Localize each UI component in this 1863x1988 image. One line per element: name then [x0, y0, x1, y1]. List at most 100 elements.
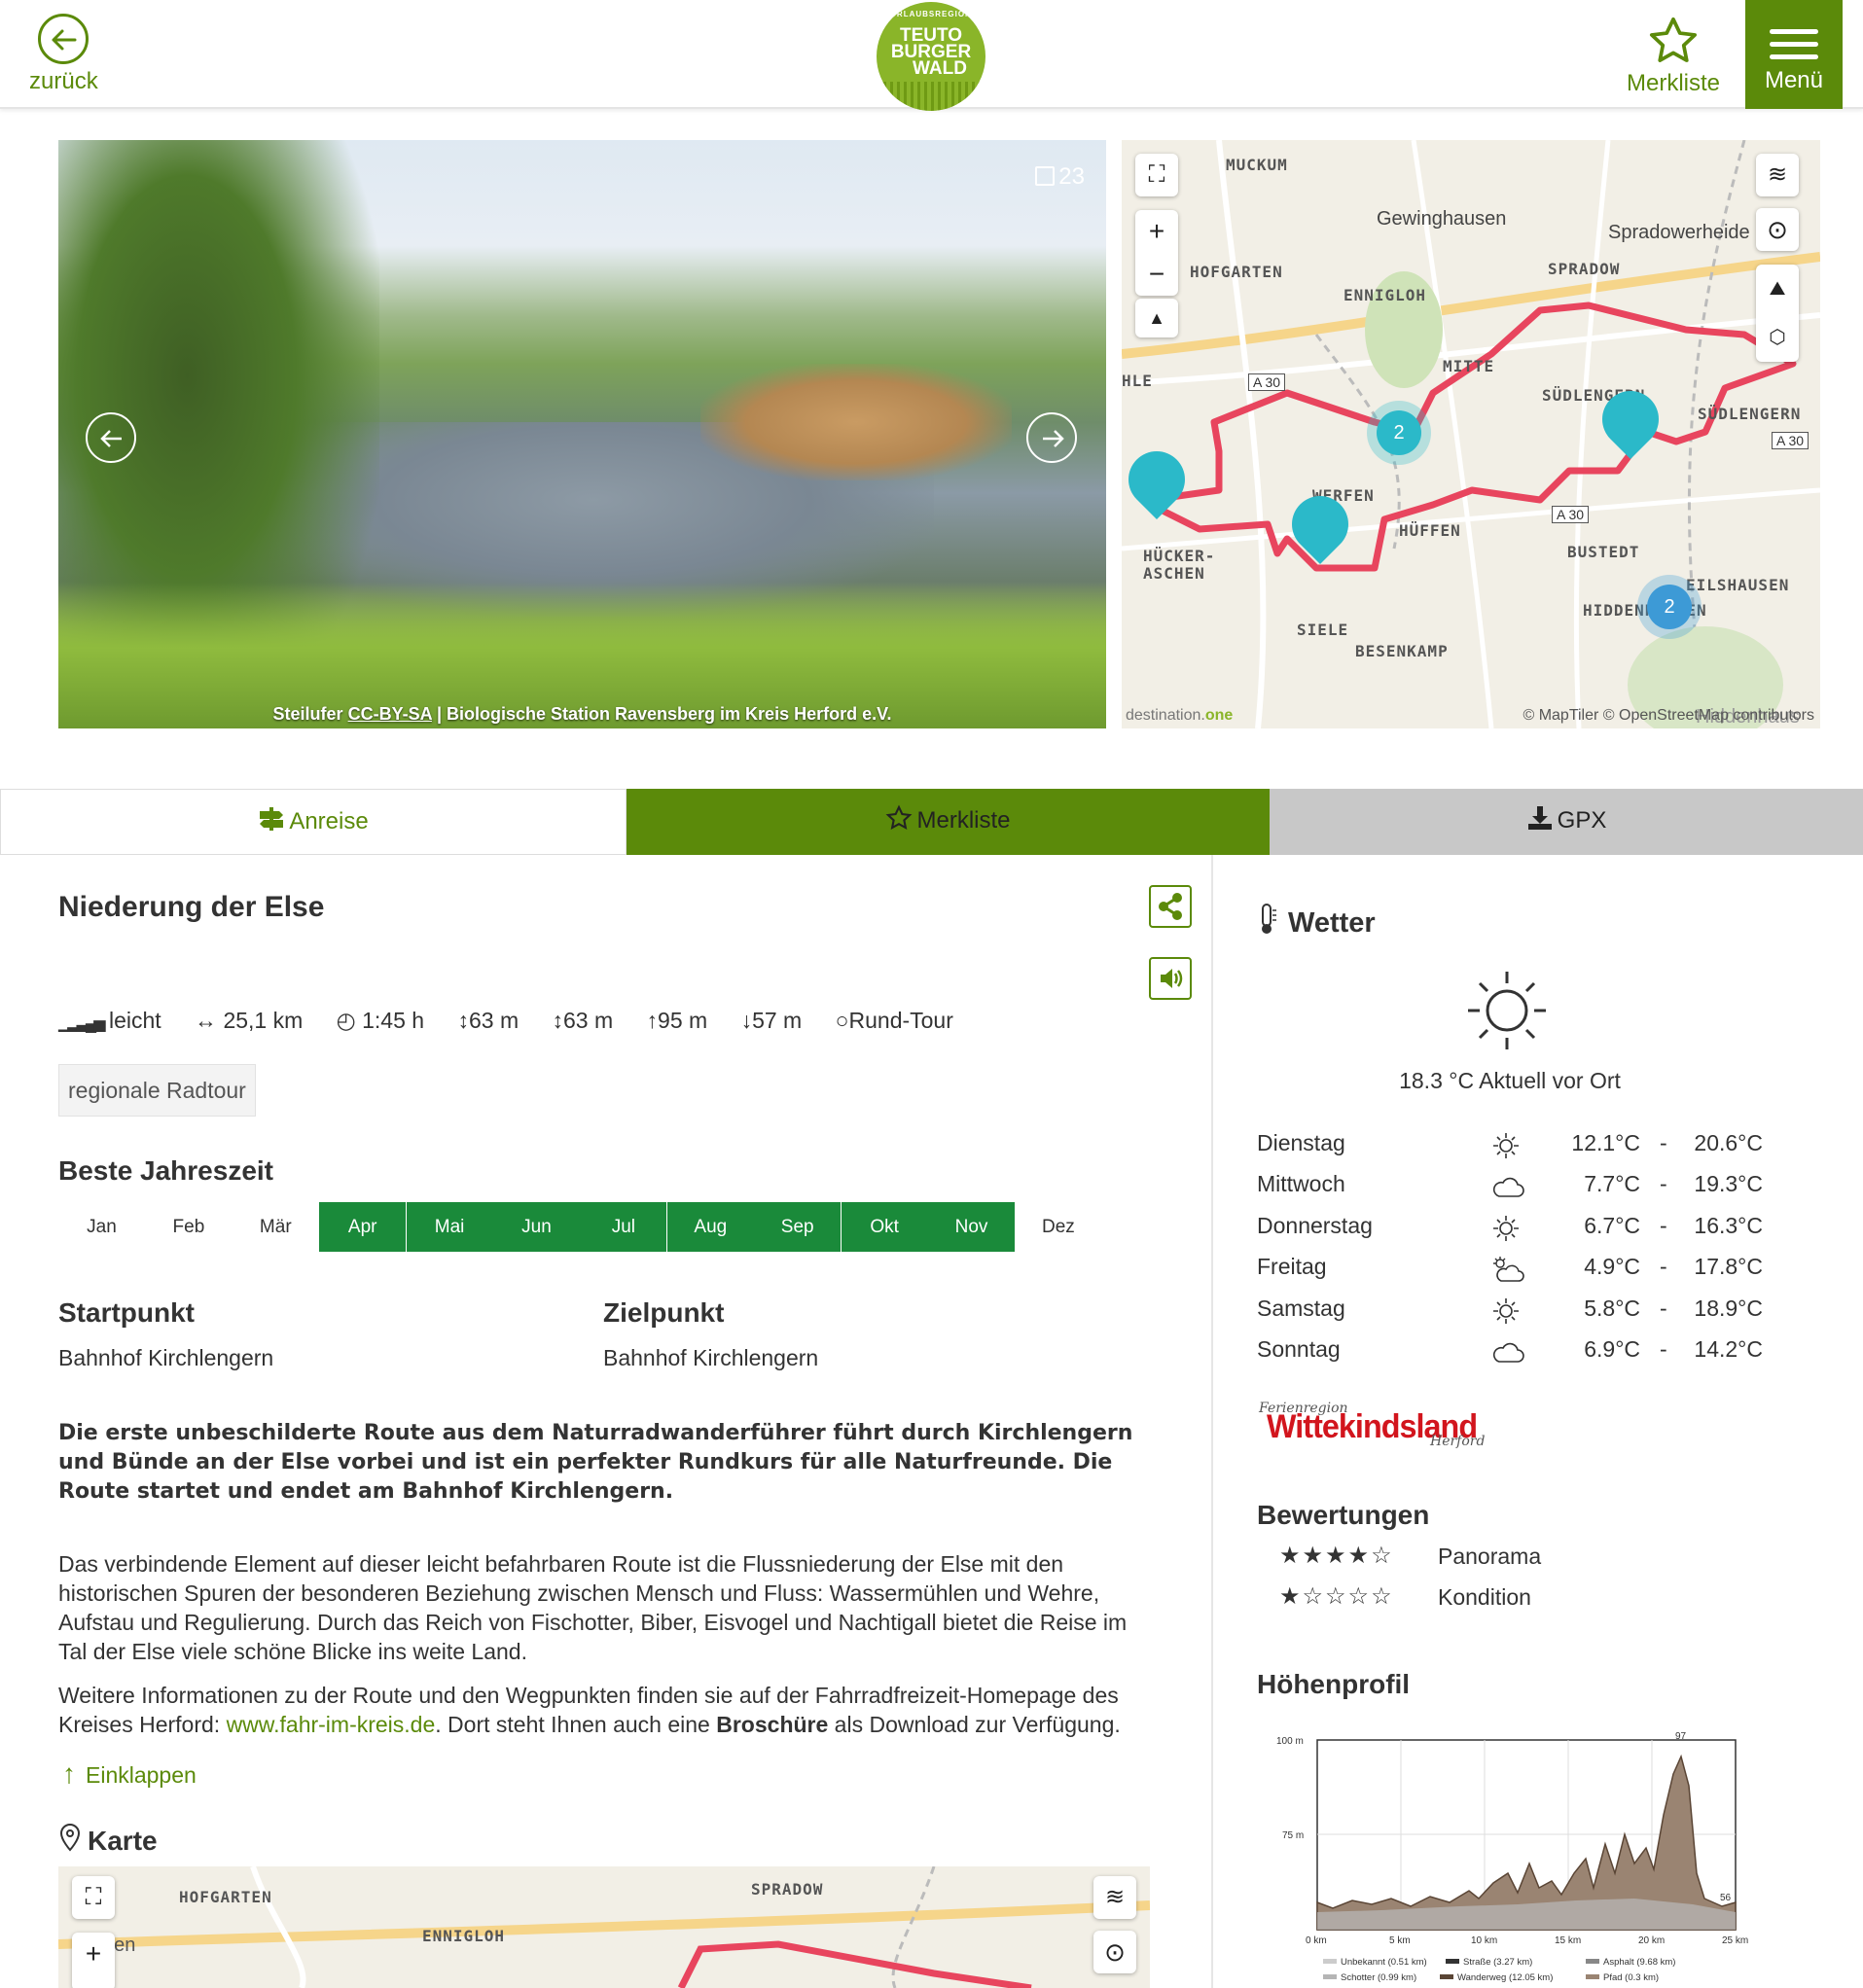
max-elevation-label: 97: [1675, 1731, 1687, 1742]
sun-icon: [1468, 972, 1546, 1049]
stat-elevation-2: ↕63 m: [553, 1008, 614, 1033]
x-axis-label-10: 10 km: [1471, 1935, 1497, 1946]
current-temperature: 18.3 °C Aktuell vor Ort: [1399, 1068, 1621, 1093]
route-map[interactable]: MUCKUM Gewinghausen Spradowerheide HOFGA…: [1122, 140, 1820, 728]
tab-merkliste[interactable]: Merkliste: [627, 789, 1270, 855]
compass-button[interactable]: ▲: [1135, 299, 1178, 337]
merkliste-header-button[interactable]: Merkliste: [1620, 14, 1727, 97]
map-label-muckum: MUCKUM: [1226, 156, 1288, 174]
vertical-arrows-icon: ↕: [552, 1008, 564, 1033]
arrow-down-icon: ↓: [740, 1008, 753, 1033]
map-attribution[interactable]: © MapTiler © OpenStreetMap contributors: [1523, 707, 1814, 725]
gallery-prev-button[interactable]: [86, 412, 136, 463]
weather-dash: -: [1660, 1336, 1667, 1362]
legend-wanderweg: Wanderweg (12.05 km): [1457, 1972, 1553, 1983]
gallery-next-button[interactable]: [1026, 412, 1077, 463]
zoom-out-button[interactable]: −: [1135, 253, 1178, 296]
road-shield: A 30: [1248, 373, 1286, 391]
share-button[interactable]: [1149, 885, 1192, 928]
merkliste-header-label: Merkliste: [1626, 70, 1720, 96]
image-gallery[interactable]: 23 Steilufer CC-BY-SA | Biologische Stat…: [58, 140, 1106, 728]
month-11: Dez: [1041, 1217, 1075, 1237]
weather-max-temp: 14.2°C: [1694, 1336, 1763, 1362]
map-label-spradow: SPRADOW: [1548, 260, 1621, 278]
month-7: Aug: [666, 1202, 754, 1252]
weather-day-row: Mittwoch 7.7°C - 19.3°C: [1257, 1171, 1763, 1200]
legend-pfad: Pfad (0.3 km): [1603, 1972, 1659, 1983]
stat-elevation-2-value: 63 m: [563, 1008, 614, 1033]
elevation-profile[interactable]: 100 m 75 m 0 km 5 km 10 km 15 km 20 km 2…: [1265, 1727, 1757, 1988]
month-10: Nov: [928, 1202, 1015, 1252]
gallery-icon: [1035, 166, 1056, 186]
menu-button[interactable]: Menü: [1745, 0, 1843, 109]
weather-day-row: Sonntag 6.9°C - 14.2°C: [1257, 1336, 1763, 1366]
tab-anreise[interactable]: Anreise: [0, 789, 627, 855]
poi-cluster[interactable]: 2: [1377, 410, 1421, 455]
locate-button[interactable]: ⊙: [1093, 1931, 1136, 1973]
x-axis-label-5: 5 km: [1389, 1935, 1411, 1946]
cluster-count: 2: [1393, 422, 1405, 444]
hamburger-icon: [1770, 29, 1818, 59]
month-5: Jun: [493, 1202, 580, 1252]
tour-intro: Die erste unbeschilderte Route aus dem N…: [58, 1421, 1133, 1504]
loop-icon: ○: [835, 1008, 849, 1033]
tab-anreise-label: Anreise: [289, 808, 369, 834]
arrow-right-icon: [1043, 430, 1064, 447]
poi-cluster[interactable]: 2: [1647, 585, 1692, 629]
category-tag[interactable]: regionale Radtour: [58, 1064, 256, 1117]
cloud-icon: [1490, 1171, 1525, 1208]
locate-button[interactable]: ⊙: [1756, 208, 1799, 251]
weather-heading: Wetter: [1257, 903, 1376, 941]
star-outline-icon: [885, 793, 913, 857]
zoom-control: + −: [1135, 210, 1178, 296]
rating-stars-kondition: ★☆☆☆☆: [1279, 1583, 1394, 1610]
current-weather-icon: [1464, 968, 1550, 1058]
weather-day-name: Sonntag: [1257, 1336, 1341, 1362]
zoom-in-button[interactable]: +: [72, 1933, 115, 1988]
weather-day-row: Freitag 4.9°C - 17.8°C: [1257, 1254, 1763, 1283]
menu-label: Menü: [1764, 67, 1824, 93]
map-heading-label: Karte: [88, 1826, 158, 1856]
arrow-left-icon: [100, 430, 122, 447]
terrain-icon[interactable]: ⛰: [1756, 265, 1799, 313]
map-label-aschen: ASCHEN: [1143, 564, 1205, 583]
month-2: Mär: [259, 1217, 292, 1237]
column-divider: [1211, 855, 1213, 1988]
month-6: Jul: [580, 1202, 667, 1252]
region-logo[interactable]: URLAUBSREGION TEUTO BURGER WALD: [877, 2, 985, 111]
stat-difficulty: ▁▂▃▄▅ leicht: [58, 1008, 161, 1033]
detail-map[interactable]: HOFGARTEN SPRADOW ENNIGLOH Heiden ⛶ + ≋ …: [58, 1866, 1150, 1988]
weather-heading-label: Wetter: [1288, 907, 1376, 939]
weather-max-temp: 19.3°C: [1694, 1171, 1763, 1197]
map-label-eilshausen: EILSHAUSEN: [1686, 576, 1790, 594]
zoom-in-button[interactable]: +: [1135, 210, 1178, 253]
partner-logo[interactable]: Ferienregion Wittekindsland Herford: [1257, 1401, 1500, 1459]
weather-day-name: Freitag: [1257, 1254, 1327, 1280]
logo-stripes: [877, 82, 985, 111]
weather-dash: -: [1660, 1171, 1667, 1197]
layers-button[interactable]: ≋: [1093, 1876, 1136, 1919]
image-count-value: 23: [1058, 163, 1085, 190]
back-button[interactable]: zurück: [29, 14, 98, 95]
brand-suffix: one: [1204, 707, 1234, 724]
stat-distance-value: 25,1 km: [223, 1008, 304, 1033]
audio-button[interactable]: [1149, 957, 1192, 1000]
fullscreen-button[interactable]: ⛶: [1135, 154, 1178, 196]
weather-day-row: Samstag 5.8°C - 18.9°C: [1257, 1296, 1763, 1325]
caption-license-link[interactable]: CC-BY-SA: [348, 704, 432, 724]
map-label-hofgarten: HOFGARTEN: [1190, 263, 1283, 281]
map-label-besenkamp: BESENKAMP: [1355, 642, 1449, 660]
partly-cloudy-icon: [1490, 1254, 1525, 1291]
layers-button[interactable]: ≋: [1756, 154, 1799, 196]
collapse-button[interactable]: ↑ Einklappen: [62, 1759, 197, 1790]
external-link[interactable]: www.fahr-im-kreis.de: [227, 1712, 436, 1737]
month-1: Feb: [172, 1217, 205, 1237]
sun-icon: [1490, 1130, 1522, 1167]
weather-min-temp: 4.9°C: [1584, 1254, 1640, 1280]
fullscreen-button[interactable]: ⛶: [72, 1876, 115, 1919]
rating-stars-panorama: ★★★★☆: [1279, 1543, 1394, 1569]
share-icon: [1159, 893, 1182, 920]
3d-cube-icon[interactable]: ⬡: [1756, 313, 1799, 362]
tab-gpx[interactable]: GPX: [1270, 789, 1863, 855]
weather-dash: -: [1660, 1254, 1667, 1280]
